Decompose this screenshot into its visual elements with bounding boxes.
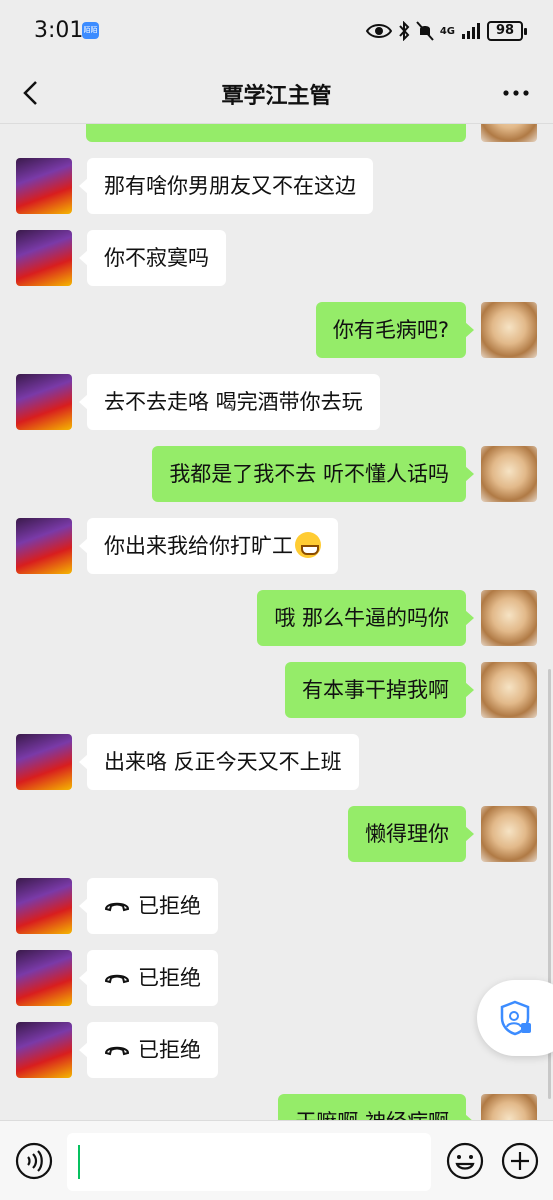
my-avatar[interactable]: [481, 590, 537, 646]
call-declined-icon: [104, 902, 130, 912]
message-text: 你出来我给你打旷工: [104, 534, 293, 558]
my-avatar[interactable]: [481, 446, 537, 502]
eye-icon: [365, 24, 392, 38]
message-bubble[interactable]: 有本事干掉我啊: [285, 662, 474, 718]
status-bar: 3:01 陌陌 4G 98: [0, 0, 553, 62]
call-record-bubble[interactable]: 已拒绝: [79, 878, 218, 934]
message-row: 你有毛病吧?: [0, 302, 553, 358]
message-row: 去不去走咯 喝完酒带你去玩: [0, 374, 553, 430]
my-avatar[interactable]: [481, 806, 537, 862]
input-bar: [0, 1120, 553, 1200]
network-label: 4G: [439, 25, 455, 37]
contact-avatar[interactable]: [16, 518, 72, 574]
emoji-icon[interactable]: [445, 1141, 485, 1181]
text-cursor: [78, 1145, 80, 1179]
message-row: [0, 124, 553, 142]
status-time: 3:01: [34, 18, 84, 43]
message-row: 你不寂寞吗: [0, 230, 553, 286]
message-row: 那有啥你男朋友又不在这边: [0, 158, 553, 214]
signal-icon: [462, 23, 480, 39]
voice-input-icon[interactable]: [14, 1141, 54, 1181]
shield-user-icon: [500, 1000, 531, 1036]
my-avatar[interactable]: [481, 1094, 537, 1120]
message-row: 已拒绝: [0, 878, 553, 934]
message-row: 懒得理你: [0, 806, 553, 862]
message-bubble[interactable]: 去不去走咯 喝完酒带你去玩: [79, 374, 380, 430]
message-bubble[interactable]: [86, 124, 466, 142]
message-bubble[interactable]: 懒得理你: [348, 806, 474, 862]
call-declined-icon: [104, 974, 130, 984]
contact-avatar[interactable]: [16, 374, 72, 430]
chat-title: 覃学江主管: [221, 84, 332, 109]
message-bubble[interactable]: 你出来我给你打旷工: [79, 518, 338, 574]
contact-avatar[interactable]: [16, 230, 72, 286]
message-row: 干嘛啊 神经病啊: [0, 1094, 553, 1120]
message-bubble[interactable]: 那有啥你男朋友又不在这边: [79, 158, 373, 214]
contact-avatar[interactable]: [16, 878, 72, 934]
status-icons: 4G 98: [365, 18, 527, 44]
message-bubble[interactable]: 我都是了我不去 听不懂人话吗: [152, 446, 474, 502]
chat-header: 覃学江主管: [0, 62, 553, 124]
message-bubble[interactable]: 出来咯 反正今天又不上班: [79, 734, 359, 790]
call-status-text: 已拒绝: [138, 894, 201, 918]
my-avatar[interactable]: [481, 124, 537, 142]
message-row: 你出来我给你打旷工: [0, 518, 553, 574]
mute-bell-icon: [416, 21, 434, 41]
message-row: 哦 那么牛逼的吗你: [0, 590, 553, 646]
call-status-text: 已拒绝: [138, 966, 201, 990]
message-row: 已拒绝: [0, 950, 553, 1006]
message-bubble[interactable]: 你不寂寞吗: [79, 230, 226, 286]
message-bubble[interactable]: 你有毛病吧?: [315, 302, 475, 358]
call-declined-icon: [104, 1046, 130, 1056]
message-row: 有本事干掉我啊: [0, 662, 553, 718]
grinning-face-emoji-icon: [295, 532, 321, 558]
message-bubble[interactable]: 哦 那么牛逼的吗你: [257, 590, 474, 646]
contact-avatar[interactable]: [16, 950, 72, 1006]
call-status-text: 已拒绝: [138, 1038, 201, 1062]
app-notification-badge: 陌陌: [82, 22, 99, 39]
message-row: 已拒绝: [0, 1022, 553, 1078]
call-record-bubble[interactable]: 已拒绝: [79, 950, 218, 1006]
contact-avatar[interactable]: [16, 734, 72, 790]
more-options-icon[interactable]: [499, 76, 533, 110]
call-record-bubble[interactable]: 已拒绝: [79, 1022, 218, 1078]
my-avatar[interactable]: [481, 662, 537, 718]
message-row: 出来咯 反正今天又不上班: [0, 734, 553, 790]
security-shield-button[interactable]: [477, 980, 553, 1056]
message-list[interactable]: 那有啥你男朋友又不在这边 你不寂寞吗 你有毛病吧? 去不去走咯 喝完酒带你去玩 …: [0, 124, 553, 1120]
add-more-icon[interactable]: [500, 1141, 540, 1181]
message-input[interactable]: [67, 1133, 431, 1191]
message-row: 我都是了我不去 听不懂人话吗: [0, 446, 553, 502]
message-bubble[interactable]: 干嘛啊 神经病啊: [278, 1094, 474, 1120]
battery-indicator: 98: [487, 21, 527, 41]
my-avatar[interactable]: [481, 302, 537, 358]
contact-avatar[interactable]: [16, 1022, 72, 1078]
contact-avatar[interactable]: [16, 158, 72, 214]
bluetooth-icon: [399, 21, 410, 41]
